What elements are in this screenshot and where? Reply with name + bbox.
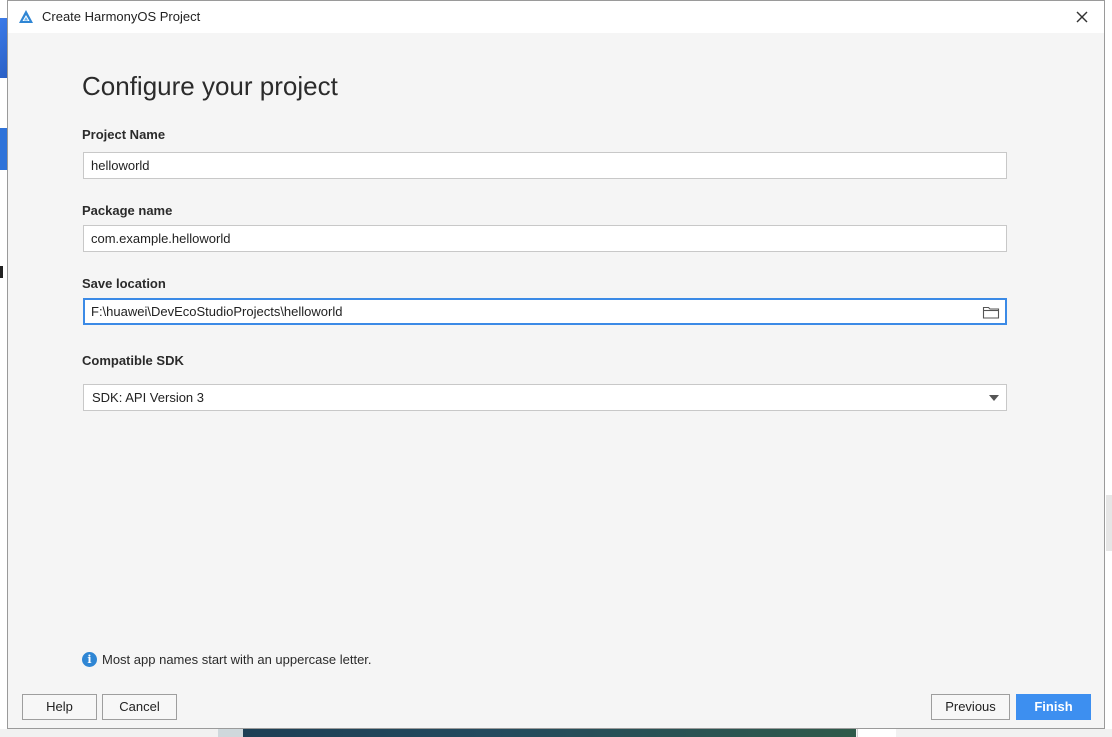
hint-text: Most app names start with an uppercase l… xyxy=(102,652,372,667)
page-title: Configure your project xyxy=(82,71,338,101)
package-name-label: Package name xyxy=(82,203,173,218)
compatible-sdk-select[interactable]: SDK: API Version 3 xyxy=(83,384,1007,411)
package-name-input[interactable] xyxy=(83,225,1007,252)
save-location-input[interactable] xyxy=(83,298,1007,325)
browse-folder-button[interactable] xyxy=(982,304,1000,320)
harmonyos-logo-icon xyxy=(18,9,34,25)
finish-button[interactable]: Finish xyxy=(1016,694,1091,720)
previous-button[interactable]: Previous xyxy=(931,694,1010,720)
background-bottom-image xyxy=(243,729,856,737)
save-location-label: Save location xyxy=(82,276,166,291)
close-button[interactable] xyxy=(1072,7,1092,27)
background-bottom-box-right xyxy=(857,729,896,737)
cancel-button[interactable]: Cancel xyxy=(102,694,177,720)
compatible-sdk-value: SDK: API Version 3 xyxy=(92,390,205,405)
compatible-sdk-label: Compatible SDK xyxy=(82,353,184,368)
help-button[interactable]: Help xyxy=(22,694,97,720)
dialog-titlebar: Create HarmonyOS Project xyxy=(8,1,1104,33)
info-icon: i xyxy=(82,652,97,667)
project-name-input[interactable] xyxy=(83,152,1007,179)
folder-icon xyxy=(982,306,1000,319)
project-name-label: Project Name xyxy=(82,127,166,142)
chevron-down-icon xyxy=(989,395,999,401)
background-mark xyxy=(0,266,3,278)
background-panel xyxy=(1106,495,1112,551)
close-icon xyxy=(1076,11,1088,23)
create-project-dialog: Create HarmonyOS Project Configure your … xyxy=(7,0,1105,729)
background-bottom-box xyxy=(218,729,243,737)
dialog-title: Create HarmonyOS Project xyxy=(42,9,201,24)
